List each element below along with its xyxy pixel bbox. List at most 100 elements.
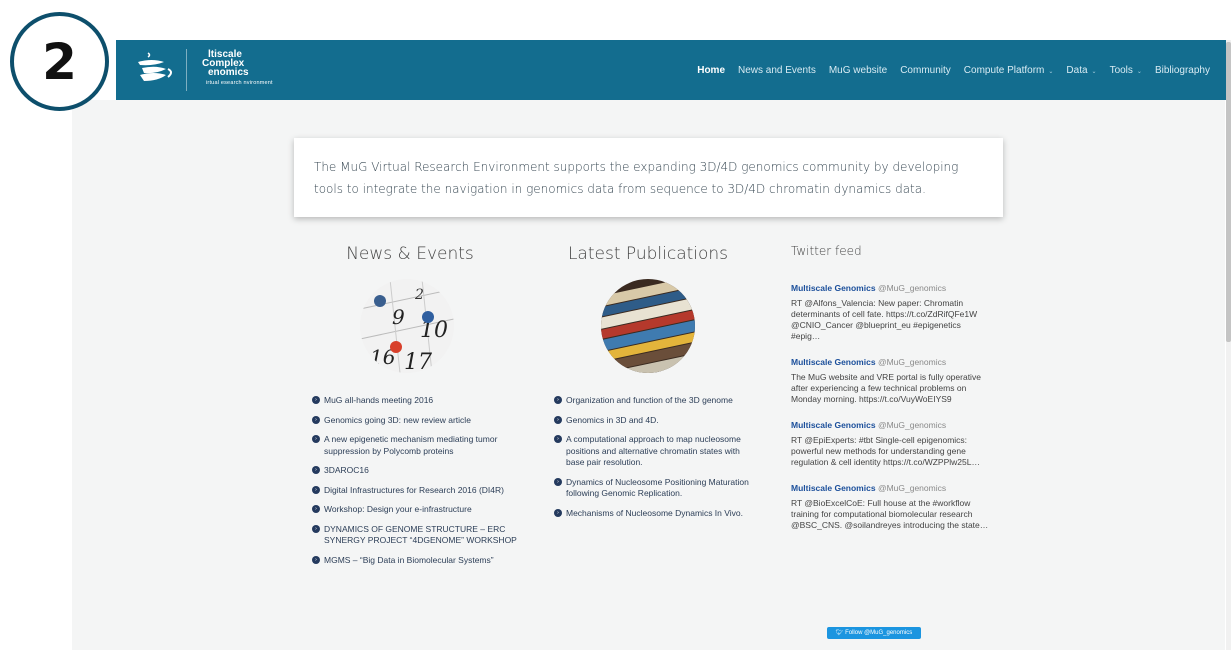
nav-item-mug-website[interactable]: MuG website (829, 65, 887, 76)
brand-name[interactable]: ltiscale Complex enomics irtual esearch … (202, 50, 273, 88)
list-item-link[interactable]: Workshop: Design your e-infrastructure (324, 504, 472, 514)
list-item-link[interactable]: Mechanisms of Nucleosome Dynamics In Viv… (566, 508, 743, 518)
tweet-author-handle: @MuG_genomics (877, 420, 947, 430)
svg-text:2: 2 (414, 287, 424, 303)
nav-item-bibliography[interactable]: Bibliography (1155, 65, 1210, 76)
follow-label: Follow @MuG_genomics (845, 630, 913, 636)
list-item-link[interactable]: Digital Infrastructures for Research 201… (324, 485, 504, 495)
tweet: Multiscale Genomics @MuG_genomics RT @Epi… (791, 419, 991, 468)
nav-item-data[interactable]: Data ⌄ (1066, 65, 1096, 76)
nav-item-label: Tools (1109, 64, 1133, 76)
brand-line-3: enomics (208, 67, 249, 78)
list-item[interactable]: › Dynamics of Nucleosome Positioning Matu… (554, 477, 758, 500)
news-title: News & Events (346, 244, 474, 264)
tweet-author[interactable]: Multiscale Genomics @MuG_genomics (791, 482, 991, 494)
list-item-link[interactable]: DYNAMICS OF GENOME STRUCTURE – ERC SYNER… (324, 524, 517, 546)
list-item-link[interactable]: A computational approach to map nucleoso… (566, 434, 741, 467)
news-list: › MuG all-hands meeting 2016 › Genomics goi… (312, 395, 524, 574)
list-item-link[interactable]: MGMS – “Big Data in Biomolecular Systems… (324, 555, 494, 565)
nav-item-label: Community (900, 64, 951, 76)
step-badge: 2 (10, 12, 109, 111)
main-nav-menu: Home News and Events MuG website Community C… (684, 40, 1210, 100)
publications-column: Latest Publications (553, 244, 753, 264)
nav-item-label: Data (1066, 64, 1088, 76)
chevron-right-circle-icon: › (312, 555, 320, 564)
chevron-down-icon: ⌄ (1136, 68, 1142, 75)
twitter-feed: Multiscale Genomics @MuG_genomics RT @Alf… (791, 282, 991, 545)
tweet-text: RT @BioExcelCoE: Full house at the #work… (791, 498, 989, 530)
nav-item-compute-platform[interactable]: Compute Platform ⌄ (964, 65, 1054, 76)
list-item[interactable]: › A computational approach to map nucleos… (554, 434, 758, 469)
nav-item-label: MuG website (828, 64, 888, 76)
tweet-author-handle: @MuG_genomics (877, 357, 947, 367)
tweet-author-handle: @MuG_genomics (877, 483, 947, 493)
top-navbar: ltiscale Complex enomics irtual esearch … (116, 40, 1226, 100)
chevron-right-circle-icon: › (312, 415, 320, 424)
tweet: Multiscale Genomics @MuG_genomics RT @Alf… (791, 282, 991, 342)
news-calendar-image: 9 10 16 17 2 (360, 279, 454, 373)
tweet-author-name[interactable]: Multiscale Genomics (791, 483, 876, 493)
chevron-down-icon: ⌄ (1048, 68, 1054, 75)
chevron-right-circle-icon: › (312, 524, 320, 533)
tweet: Multiscale Genomics @MuG_genomics RT @Bio… (791, 482, 991, 531)
list-item[interactable]: › A new epigenetic mechanism mediating tu… (312, 434, 524, 457)
nav-item-tools[interactable]: Tools ⌄ (1110, 65, 1142, 76)
tweet-author-handle: @MuG_genomics (877, 283, 947, 293)
logo-divider (186, 49, 187, 91)
list-item[interactable]: › Organization and function of the 3D gen… (554, 395, 758, 407)
nav-item-home[interactable]: Home (697, 65, 725, 76)
twitter-follow-button[interactable]: 🐦︎ Follow @MuG_genomics (827, 627, 921, 639)
list-item[interactable]: › 3DAROC16 (312, 465, 524, 477)
list-item-link[interactable]: Genomics going 3D: new review article (324, 415, 471, 425)
brand-line-4: irtual esearch nvironment (206, 80, 273, 86)
chevron-right-circle-icon: › (554, 396, 562, 404)
chevron-down-icon: ⌄ (1091, 68, 1097, 75)
chevron-right-circle-icon: › (554, 477, 562, 486)
list-item[interactable]: › Genomics in 3D and 4D. (554, 415, 758, 427)
mug-logo-icon[interactable] (134, 49, 180, 89)
step-number: 2 (42, 32, 77, 91)
list-item[interactable]: › DYNAMICS OF GENOME STRUCTURE – ERC SYNE… (312, 524, 524, 547)
list-item[interactable]: › Mechanisms of Nucleosome Dynamics In Vi… (554, 508, 758, 520)
tweet-author-name[interactable]: Multiscale Genomics (791, 357, 876, 367)
publications-books-image (601, 279, 695, 373)
tweet-text: RT @Alfons_Valencia: New paper: Chromati… (791, 298, 978, 341)
nav-item-news-and-events[interactable]: News and Events (738, 65, 816, 76)
chevron-right-circle-icon: › (312, 396, 320, 404)
list-item[interactable]: › MuG all-hands meeting 2016 (312, 395, 524, 407)
chevron-right-circle-icon: › (554, 435, 562, 443)
list-item[interactable]: › Genomics going 3D: new review article (312, 415, 524, 427)
list-item-link[interactable]: Dynamics of Nucleosome Positioning Matur… (566, 477, 749, 499)
twitter-title: Twitter feed (791, 244, 862, 258)
tweet-author[interactable]: Multiscale Genomics @MuG_genomics (791, 356, 991, 368)
list-item-link[interactable]: A new epigenetic mechanism mediating tum… (324, 434, 497, 456)
chevron-right-circle-icon: › (312, 435, 320, 443)
intro-text: The MuG Virtual Research Environment sup… (314, 160, 959, 196)
list-item-link[interactable]: Organization and function of the 3D geno… (566, 395, 733, 405)
tweet-author[interactable]: Multiscale Genomics @MuG_genomics (791, 282, 991, 294)
twitter-bird-icon: 🐦︎ (835, 630, 844, 636)
chevron-right-circle-icon: › (312, 485, 320, 494)
nav-item-label: Bibliography (1154, 64, 1210, 76)
nav-item-label: News and Events (738, 64, 816, 76)
page: 2 ltiscale Complex enomics irtual esearc… (0, 0, 1231, 650)
tweet-author[interactable]: Multiscale Genomics @MuG_genomics (791, 419, 991, 431)
scrollbar-thumb[interactable] (1226, 42, 1231, 342)
svg-text:9: 9 (392, 305, 405, 329)
chevron-right-circle-icon: › (312, 505, 320, 513)
chevron-right-circle-icon: › (554, 508, 562, 517)
nav-item-community[interactable]: Community (900, 65, 951, 76)
list-item[interactable]: › Digital Infrastructures for Research 20… (312, 485, 524, 497)
list-item-link[interactable]: 3DAROC16 (324, 465, 369, 475)
tweet-author-name[interactable]: Multiscale Genomics (791, 283, 876, 293)
nav-item-label: Compute Platform (963, 64, 1045, 76)
tweet-text: RT @EpiExperts: #tbt Single-cell epigeno… (791, 435, 980, 467)
tweet: Multiscale Genomics @MuG_genomics The MuG… (791, 356, 991, 405)
chevron-right-circle-icon: › (554, 415, 562, 424)
list-item-link[interactable]: Genomics in 3D and 4D. (566, 415, 659, 425)
tweet-author-name[interactable]: Multiscale Genomics (791, 420, 876, 430)
publications-list: › Organization and function of the 3D gen… (554, 395, 758, 527)
list-item[interactable]: › Workshop: Design your e-infrastructure (312, 504, 524, 516)
list-item[interactable]: › MGMS – “Big Data in Biomolecular System… (312, 555, 524, 567)
list-item-link[interactable]: MuG all-hands meeting 2016 (324, 395, 433, 405)
